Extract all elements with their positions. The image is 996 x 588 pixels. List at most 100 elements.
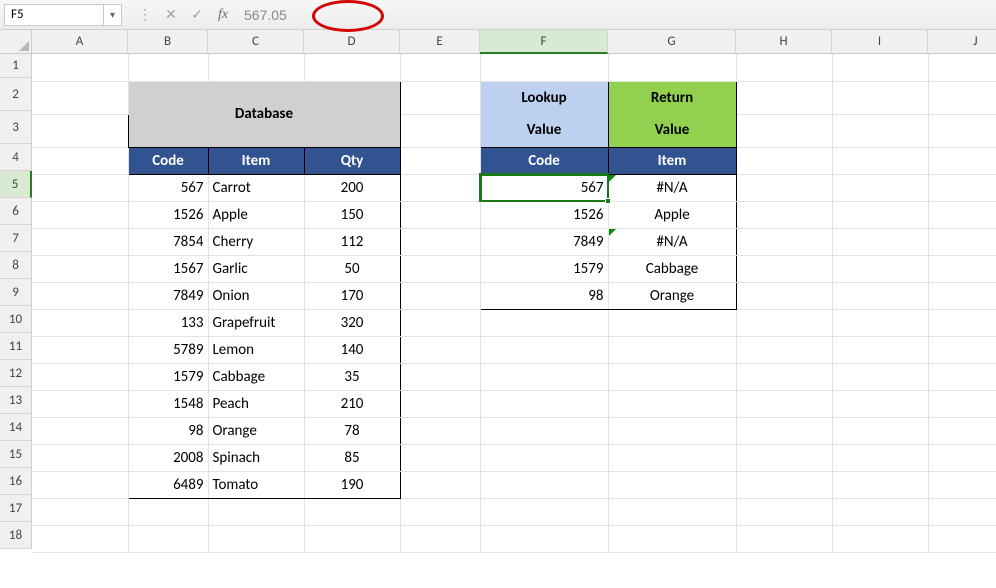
cell-E5[interactable]	[400, 174, 480, 201]
cell-I8[interactable]	[832, 255, 928, 282]
cell-F15[interactable]	[480, 444, 608, 471]
cell-E12[interactable]	[400, 363, 480, 390]
cell-G13[interactable]	[608, 390, 736, 417]
cell-H8[interactable]	[736, 255, 832, 282]
cell-C9[interactable]: Onion	[208, 282, 304, 309]
cell-F7[interactable]: 7849	[480, 228, 608, 255]
cell-D17[interactable]	[304, 498, 400, 525]
cell-F10[interactable]	[480, 309, 608, 336]
cell-I14[interactable]	[832, 417, 928, 444]
error-indicator-icon[interactable]	[609, 229, 616, 236]
cell-E13[interactable]	[400, 390, 480, 417]
cell-A14[interactable]	[32, 417, 128, 444]
cell-D13[interactable]: 210	[304, 390, 400, 417]
cell-H2[interactable]	[736, 81, 832, 114]
cell-E4[interactable]	[400, 147, 480, 174]
cell-G18[interactable]	[608, 525, 736, 552]
cell-J17[interactable]	[928, 498, 996, 525]
cell-I17[interactable]	[832, 498, 928, 525]
cell-J13[interactable]	[928, 390, 996, 417]
cell-E18[interactable]	[400, 525, 480, 552]
select-all-corner[interactable]	[0, 30, 32, 54]
cell-F14[interactable]	[480, 417, 608, 444]
cell-G2[interactable]: Return	[608, 81, 736, 114]
cell-D11[interactable]: 140	[304, 336, 400, 363]
cell-H10[interactable]	[736, 309, 832, 336]
cell-G6[interactable]: Apple	[608, 201, 736, 228]
cell-D9[interactable]: 170	[304, 282, 400, 309]
cell-B11[interactable]: 5789	[128, 336, 208, 363]
cell-J1[interactable]	[928, 54, 996, 81]
fx-icon[interactable]: fx	[210, 4, 236, 26]
cell-D6[interactable]: 150	[304, 201, 400, 228]
cell-B18[interactable]	[128, 525, 208, 552]
cell-H4[interactable]	[736, 147, 832, 174]
cell-C16[interactable]: Tomato	[208, 471, 304, 498]
cell-G11[interactable]	[608, 336, 736, 363]
cell-C18[interactable]	[208, 525, 304, 552]
cell-E6[interactable]	[400, 201, 480, 228]
name-box-dropdown-icon[interactable]: ▾	[104, 4, 122, 26]
cell-J11[interactable]	[928, 336, 996, 363]
cell-H17[interactable]	[736, 498, 832, 525]
error-indicator-icon[interactable]	[609, 175, 616, 182]
cell-D5[interactable]: 200	[304, 174, 400, 201]
cell-I11[interactable]	[832, 336, 928, 363]
col-header-J[interactable]: J	[928, 30, 996, 54]
row-header-2[interactable]: 2	[0, 78, 32, 111]
col-header-B[interactable]: B	[128, 30, 208, 54]
col-header-D[interactable]: D	[304, 30, 400, 54]
cell-A16[interactable]	[32, 471, 128, 498]
cell-A18[interactable]	[32, 525, 128, 552]
cell-I13[interactable]	[832, 390, 928, 417]
col-header-C[interactable]: C	[208, 30, 304, 54]
cell-A1[interactable]	[32, 54, 128, 81]
cell-A5[interactable]	[32, 174, 128, 201]
cell-B17[interactable]	[128, 498, 208, 525]
cell-A9[interactable]	[32, 282, 128, 309]
cell-J3[interactable]	[928, 114, 996, 147]
row-header-13[interactable]: 13	[0, 387, 32, 414]
cell-C6[interactable]: Apple	[208, 201, 304, 228]
cell-B14[interactable]: 98	[128, 417, 208, 444]
cell-B4[interactable]: Code	[128, 147, 208, 174]
cell-C7[interactable]: Cherry	[208, 228, 304, 255]
cell-I12[interactable]	[832, 363, 928, 390]
cell-D7[interactable]: 112	[304, 228, 400, 255]
cell-G5[interactable]: #N/A	[608, 174, 736, 201]
row-header-7[interactable]: 7	[0, 225, 32, 252]
cell-E16[interactable]	[400, 471, 480, 498]
cell-C15[interactable]: Spinach	[208, 444, 304, 471]
cell-C12[interactable]: Cabbage	[208, 363, 304, 390]
cell-B1[interactable]	[128, 54, 208, 81]
cell-A11[interactable]	[32, 336, 128, 363]
row-header-8[interactable]: 8	[0, 252, 32, 279]
cell-D18[interactable]	[304, 525, 400, 552]
cell-G14[interactable]	[608, 417, 736, 444]
cell-F8[interactable]: 1579	[480, 255, 608, 282]
name-box[interactable]: F5	[4, 4, 104, 26]
cell-H11[interactable]	[736, 336, 832, 363]
cell-D1[interactable]	[304, 54, 400, 81]
cell-G8[interactable]: Cabbage	[608, 255, 736, 282]
enter-icon[interactable]: ✓	[184, 4, 210, 26]
cell-E14[interactable]	[400, 417, 480, 444]
col-header-A[interactable]: A	[32, 30, 128, 54]
cell-J18[interactable]	[928, 525, 996, 552]
formula-input[interactable]	[236, 4, 992, 26]
row-header-11[interactable]: 11	[0, 333, 32, 360]
cell-F9[interactable]: 98	[480, 282, 608, 309]
cell-E15[interactable]	[400, 444, 480, 471]
cell-J16[interactable]	[928, 471, 996, 498]
cell-G17[interactable]	[608, 498, 736, 525]
row-header-16[interactable]: 16	[0, 468, 32, 495]
row-header-18[interactable]: 18	[0, 522, 32, 549]
cell-D16[interactable]: 190	[304, 471, 400, 498]
cell-A10[interactable]	[32, 309, 128, 336]
cell-A13[interactable]	[32, 390, 128, 417]
cell-E11[interactable]	[400, 336, 480, 363]
row-header-9[interactable]: 9	[0, 279, 32, 306]
cell-C5[interactable]: Carrot	[208, 174, 304, 201]
cells-area[interactable]: DatabaseLookupReturnValueValueCodeItemQt…	[32, 54, 996, 588]
cell-B10[interactable]: 133	[128, 309, 208, 336]
